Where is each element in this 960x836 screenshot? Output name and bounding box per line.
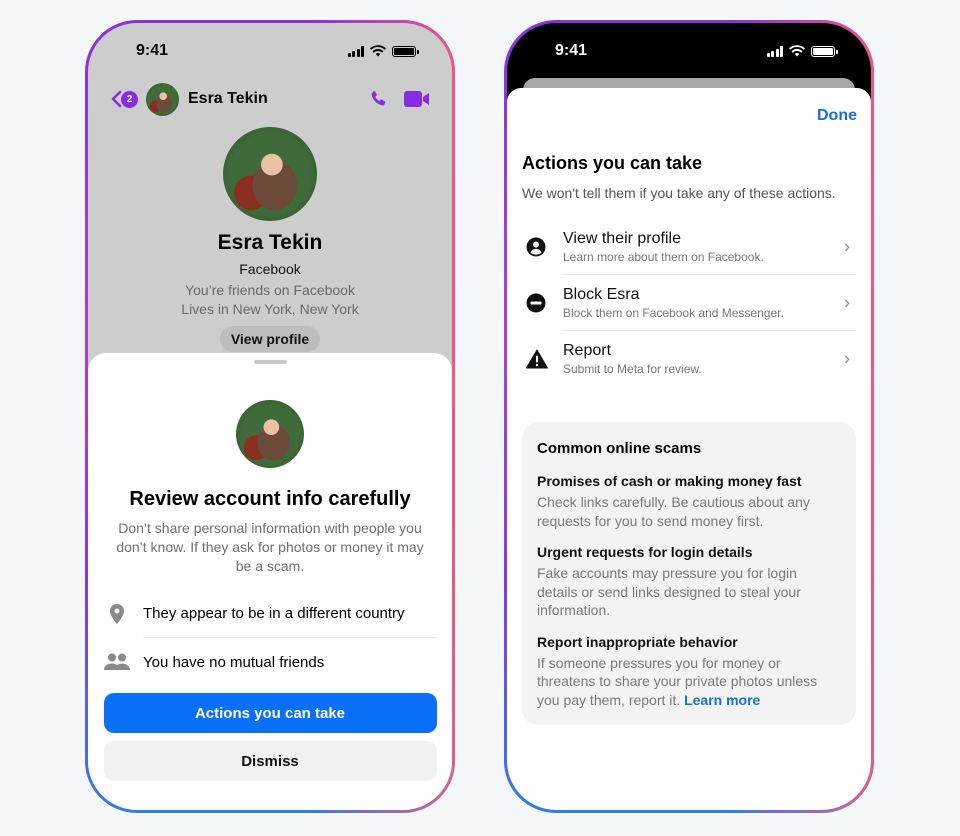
view-profile-button[interactable]: View profile: [219, 326, 321, 352]
sheet-grabber[interactable]: [253, 360, 287, 364]
info-row: They appear to be in a different country: [103, 590, 437, 638]
messenger-chat-screen: 9:41 2 Esra Tekin Esra Tekin Facebook Yo…: [88, 23, 452, 810]
done-button[interactable]: Done: [817, 107, 857, 125]
common-scams-card: Common online scams Promises of cash or …: [522, 422, 856, 725]
action-view-profile[interactable]: View their profile Learn more about them…: [522, 219, 856, 275]
contact-name[interactable]: Esra Tekin: [188, 90, 368, 108]
sheet-description: Don’t share personal information with pe…: [116, 520, 424, 574]
info-row: You have no mutual friends: [103, 638, 437, 686]
actions-screen: 9:41 Done Actions you can take We won't …: [507, 23, 871, 810]
profile-name: Esra Tekin: [217, 231, 323, 254]
warning-icon: [526, 349, 548, 369]
scam-body: Fake accounts may pressure you for login…: [537, 565, 801, 618]
chevron-right-icon: ›: [844, 348, 850, 369]
profile-photo: [223, 127, 317, 221]
back-button[interactable]: 2: [110, 90, 138, 108]
signal-icon: [347, 45, 364, 57]
phone-frame-right: 9:41 Done Actions you can take We won't …: [504, 20, 874, 813]
info-text: They appear to be in a different country: [143, 590, 437, 638]
action-subtitle: Block them on Facebook and Messenger.: [563, 305, 784, 320]
battery-icon: [392, 45, 419, 57]
chevron-right-icon: ›: [844, 292, 850, 312]
wifi-icon: [789, 45, 805, 57]
modal-subtitle: We won't tell them if you take any of th…: [522, 185, 836, 201]
action-report[interactable]: Report Submit to Meta for review. ›: [522, 331, 856, 387]
location-pin-icon: [110, 604, 124, 624]
contact-avatar[interactable]: [146, 82, 179, 116]
scam-title: Urgent requests for login details: [537, 544, 753, 560]
dismiss-button[interactable]: Dismiss: [103, 741, 437, 781]
modal-title: Actions you can take: [522, 153, 703, 173]
status-time: 9:41: [555, 42, 588, 59]
action-subtitle: Learn more about them on Facebook.: [563, 249, 764, 264]
person-circle-icon: [526, 237, 546, 257]
profile-source: Facebook: [239, 261, 301, 277]
profile-summary: Esra Tekin Facebook You’re friends on Fa…: [88, 127, 452, 352]
phone-call-icon[interactable]: [368, 89, 388, 109]
profile-location: Lives in New York, New York: [181, 301, 359, 317]
status-bar: 9:41: [507, 23, 871, 79]
actions-list: View their profile Learn more about them…: [522, 219, 856, 387]
scam-item: Urgent requests for login details Fake a…: [537, 544, 841, 620]
scam-body: If someone pressures you for money or th…: [537, 654, 818, 708]
sheet-title: Review account info carefully: [129, 488, 411, 510]
friend-status: You’re friends on Facebook: [185, 282, 355, 298]
scam-body: Check links carefully. Be cautious about…: [537, 494, 810, 529]
block-icon: [526, 293, 546, 313]
battery-icon: [811, 45, 838, 57]
sheet-avatar: [236, 400, 304, 468]
scams-heading: Common online scams: [537, 440, 702, 457]
learn-more-link[interactable]: Learn more: [684, 692, 760, 708]
actions-modal: Done Actions you can take We won't tell …: [507, 88, 871, 810]
action-title: Report: [563, 342, 612, 359]
action-title: View their profile: [563, 229, 681, 247]
phone-frame-left: 9:41 2 Esra Tekin Esra Tekin Facebook Yo…: [85, 20, 455, 813]
video-call-icon[interactable]: [404, 90, 430, 108]
info-text: You have no mutual friends: [143, 653, 325, 671]
scam-item: Report inappropriate behavior If someone…: [537, 634, 841, 710]
scam-title: Report inappropriate behavior: [537, 633, 738, 650]
scam-item: Promises of cash or making money fast Ch…: [537, 473, 841, 530]
signal-icon: [766, 45, 783, 57]
action-title: Block Esra: [563, 285, 640, 303]
chevron-right-icon: ›: [844, 236, 850, 256]
actions-you-can-take-button[interactable]: Actions you can take: [103, 693, 437, 733]
info-list: They appear to be in a different country…: [88, 590, 452, 686]
action-block[interactable]: Block Esra Block them on Facebook and Me…: [522, 275, 856, 331]
chat-header: 2 Esra Tekin: [88, 79, 452, 119]
wifi-icon: [370, 45, 386, 57]
scam-title: Promises of cash or making money fast: [537, 473, 802, 489]
status-time: 9:41: [136, 42, 169, 59]
people-icon: [104, 653, 130, 670]
unread-badge: 2: [121, 90, 138, 108]
status-bar: 9:41: [88, 23, 452, 79]
review-account-sheet: Review account info carefully Don’t shar…: [88, 353, 452, 810]
action-subtitle: Submit to Meta for review.: [563, 362, 702, 376]
